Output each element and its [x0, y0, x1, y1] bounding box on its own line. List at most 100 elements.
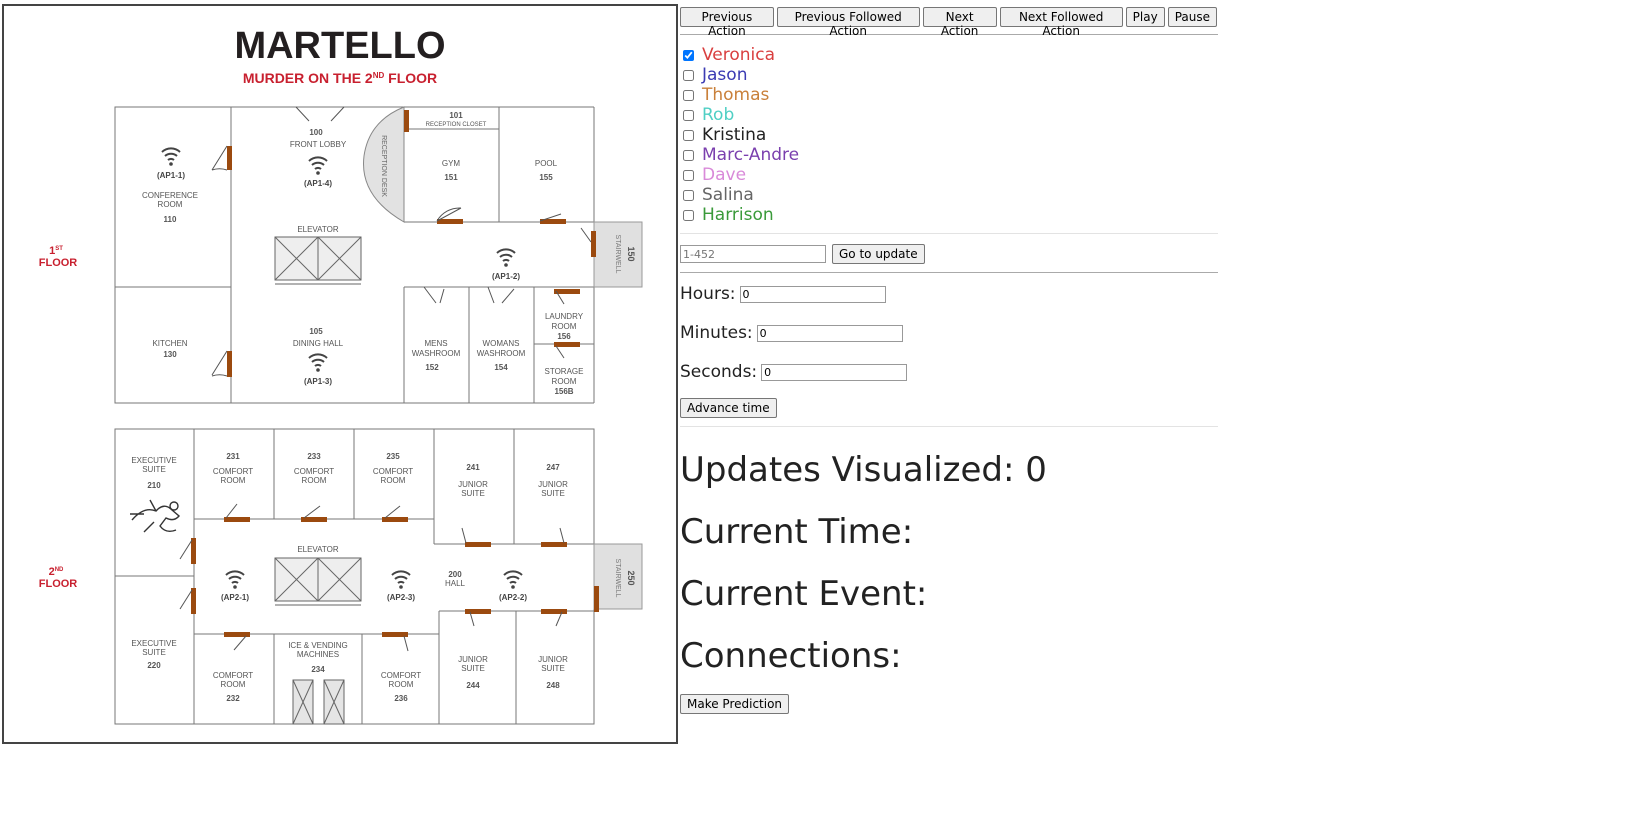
svg-text:234: 234 — [311, 665, 325, 674]
seconds-input[interactable] — [761, 363, 908, 381]
svg-text:ROOM: ROOM — [552, 377, 577, 386]
person-checkbox[interactable] — [683, 69, 694, 81]
ap-icon-2-2 — [503, 570, 523, 590]
previous-action-button[interactable]: Previous Action — [680, 7, 774, 38]
person-checkbox[interactable] — [683, 149, 694, 161]
person-checkbox[interactable] — [683, 209, 694, 221]
person-row: Veronica — [680, 45, 1220, 65]
ap-icon-1-3 — [308, 353, 328, 373]
floor1-label: 1ST — [49, 245, 63, 257]
advance-time-button[interactable]: Advance time — [680, 398, 777, 418]
svg-text:100: 100 — [309, 128, 323, 137]
person-checkbox[interactable] — [683, 49, 694, 61]
svg-text:MENS: MENS — [424, 339, 447, 348]
svg-text:235: 235 — [386, 452, 400, 461]
svg-text:JUNIOR: JUNIOR — [458, 480, 488, 489]
person-checkbox[interactable] — [683, 169, 694, 181]
svg-text:155: 155 — [539, 173, 553, 182]
svg-text:151: 151 — [444, 173, 458, 182]
person-name: Harrison — [702, 205, 774, 225]
ap-icon-2-3 — [391, 570, 411, 590]
floor2-word: FLOOR — [39, 578, 78, 590]
svg-text:110: 110 — [164, 215, 177, 224]
svg-text:WOMANS: WOMANS — [483, 339, 520, 348]
svg-text:FRONT LOBBY: FRONT LOBBY — [290, 140, 347, 149]
minutes-input[interactable] — [756, 324, 903, 342]
person-row: Dave — [680, 165, 1220, 185]
svg-text:ROOM: ROOM — [302, 476, 327, 485]
svg-text:156: 156 — [557, 332, 571, 341]
svg-text:(AP2-1): (AP2-1) — [221, 593, 249, 602]
svg-text:STORAGE: STORAGE — [545, 367, 584, 376]
people-list: Veronica Jason Thomas Rob Kristina Marc-Andre… — [680, 45, 1220, 225]
person-row: Kristina — [680, 125, 1220, 145]
svg-text:JUNIOR: JUNIOR — [538, 655, 568, 664]
svg-text:RECEPTION DESK: RECEPTION DESK — [380, 135, 387, 197]
person-row: Jason — [680, 65, 1220, 85]
divider — [680, 233, 1218, 234]
floor2-doors — [191, 517, 599, 637]
svg-text:RECEPTION CLOSET: RECEPTION CLOSET — [426, 122, 487, 128]
svg-text:ROOM: ROOM — [389, 680, 414, 689]
svg-text:250: 250 — [626, 570, 636, 585]
person-checkbox[interactable] — [683, 129, 694, 141]
svg-text:COMFORT: COMFORT — [213, 671, 253, 680]
hours-row: Hours: — [680, 283, 1220, 305]
seconds-label: Seconds: — [680, 362, 758, 382]
person-name: Dave — [702, 165, 747, 185]
svg-text:COMFORT: COMFORT — [373, 467, 413, 476]
svg-text:ROOM: ROOM — [221, 476, 246, 485]
go-to-update-button[interactable]: Go to update — [832, 244, 925, 264]
person-name: Rob — [702, 105, 735, 125]
svg-text:JUNIOR: JUNIOR — [538, 480, 568, 489]
person-checkbox[interactable] — [683, 89, 694, 101]
previous-followed-action-button[interactable]: Previous Followed Action — [776, 7, 920, 38]
person-checkbox[interactable] — [683, 189, 694, 201]
body-outline-icon — [130, 499, 180, 533]
svg-text:(AP1-4): (AP1-4) — [304, 179, 332, 188]
svg-text:HALL: HALL — [445, 579, 466, 588]
svg-text:247: 247 — [546, 463, 560, 472]
svg-text:ROOM: ROOM — [552, 322, 577, 331]
svg-text:130: 130 — [163, 350, 177, 359]
svg-text:ELEVATOR: ELEVATOR — [297, 225, 339, 234]
update-jump-row: Go to update — [680, 244, 1220, 264]
room-150-label: 150 — [626, 246, 636, 261]
floor-plan-map: MARTELLO MURDER ON THE 2ND FLOOR 1ST FLO… — [2, 4, 678, 744]
svg-text:STAIRWELL: STAIRWELL — [614, 234, 621, 273]
svg-text:EXECUTIVE: EXECUTIVE — [131, 456, 176, 465]
person-name: Veronica — [702, 45, 776, 65]
svg-text:SUITE: SUITE — [541, 489, 565, 498]
floor2-label: 2ND — [49, 566, 64, 578]
connections: Connections: — [680, 636, 902, 676]
next-action-button[interactable]: Next Action — [922, 7, 997, 38]
next-followed-action-button[interactable]: Next Followed Action — [999, 7, 1123, 38]
svg-text:COMFORT: COMFORT — [294, 467, 334, 476]
person-name: Marc-Andre — [702, 145, 800, 165]
svg-text:LAUNDRY: LAUNDRY — [545, 312, 584, 321]
play-button[interactable]: Play — [1125, 7, 1165, 27]
status-section: Updates Visualized: 0 Current Time: Curr… — [680, 439, 1220, 687]
hours-label: Hours: — [680, 284, 736, 304]
update-number-input[interactable] — [680, 245, 826, 263]
seconds-row: Seconds: — [680, 361, 1220, 383]
playback-toolbar: Previous Action Previous Followed Action… — [680, 6, 1220, 38]
updates-count: 0 — [1025, 450, 1047, 490]
person-checkbox[interactable] — [683, 109, 694, 121]
svg-text:STAIRWELL: STAIRWELL — [614, 558, 621, 597]
hours-input[interactable] — [739, 285, 886, 303]
svg-text:248: 248 — [546, 681, 560, 690]
make-prediction-button[interactable]: Make Prediction — [680, 694, 790, 714]
svg-text:105: 105 — [309, 327, 323, 336]
svg-text:ELEVATOR: ELEVATOR — [297, 545, 339, 554]
svg-text:(AP1-3): (AP1-3) — [304, 377, 332, 386]
svg-text:CONFERENCE: CONFERENCE — [142, 191, 198, 200]
svg-text:SUITE: SUITE — [142, 465, 166, 474]
svg-text:232: 232 — [226, 694, 240, 703]
person-name: Kristina — [702, 125, 767, 145]
svg-text:ROOM: ROOM — [158, 200, 183, 209]
minutes-row: Minutes: — [680, 322, 1220, 344]
svg-text:200: 200 — [448, 570, 462, 579]
person-row: Marc-Andre — [680, 145, 1220, 165]
pause-button[interactable]: Pause — [1167, 7, 1217, 27]
